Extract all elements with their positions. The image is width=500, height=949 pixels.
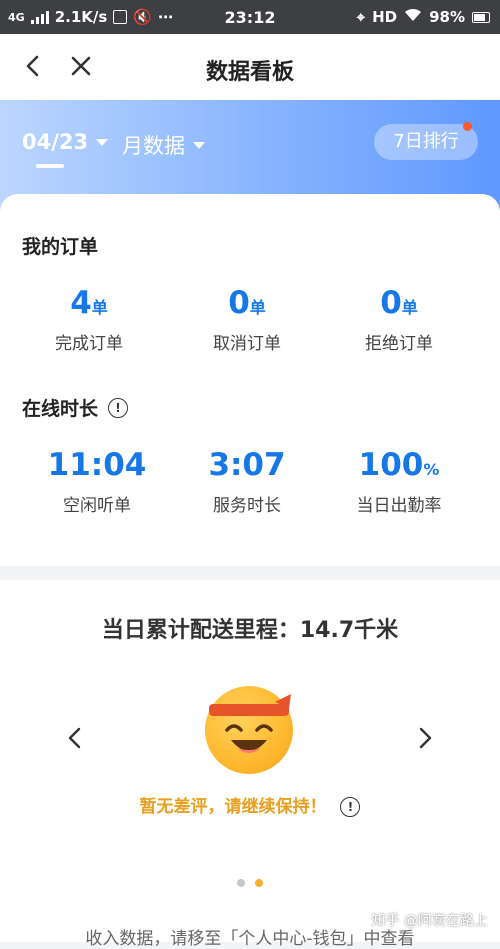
- carousel-indicator: [237, 879, 263, 887]
- review-message: 暂无差评，请继续保持！ !: [0, 792, 500, 817]
- location-icon: ⌖: [356, 8, 366, 26]
- status-bar: 4G 2.1K/s 🔇 ⋯ 23:12 ⌖ HD 98%: [0, 0, 500, 34]
- page-dot-inactive: [237, 879, 245, 887]
- caret-down-icon: [96, 138, 109, 146]
- page-dot-active: [255, 879, 263, 887]
- caret-down-icon: [193, 141, 205, 149]
- close-icon: [71, 56, 91, 76]
- stats-card: 我的订单 4单 完成订单 0单 取消订单 0单 拒绝订单 在线时长 ! 11:0…: [0, 194, 500, 566]
- chevron-left-icon: [68, 727, 81, 749]
- ranking-button[interactable]: 7日排行: [374, 122, 478, 160]
- chevron-left-icon: [26, 55, 39, 77]
- stat-value: 0: [380, 285, 402, 321]
- hd-indicator: HD: [372, 8, 398, 26]
- stat-rejected-orders: 0单 拒绝订单: [324, 286, 474, 354]
- info-icon[interactable]: !: [108, 397, 129, 418]
- stat-unit: %: [423, 460, 440, 479]
- close-button[interactable]: [66, 51, 96, 81]
- stat-idle-time: 11:04 空闲听单: [22, 448, 172, 516]
- stat-cancelled-orders: 0单 取消订单: [172, 286, 322, 354]
- stat-label: 当日出勤率: [356, 496, 442, 516]
- stat-value: 100: [358, 447, 424, 483]
- mileage-card: 当日累计配送里程：14.7千米 暂无差评，请继续保持！ ! 知乎 @阿炭在路上 …: [0, 580, 500, 949]
- stat-value: 11:04: [47, 447, 147, 483]
- battery-icon: [472, 11, 490, 23]
- online-section-title: 在线时长 !: [22, 394, 129, 421]
- stat-unit: 单: [401, 298, 418, 317]
- stat-service-time: 3:07 服务时长: [172, 448, 322, 516]
- stat-completed-orders: 4单 完成订单: [14, 286, 164, 354]
- stat-unit: 单: [91, 298, 108, 317]
- happy-face-icon: [205, 686, 293, 774]
- chevron-right-icon: [419, 727, 432, 749]
- stat-attendance-rate: 100% 当日出勤率: [324, 448, 474, 516]
- active-tab-indicator: [36, 164, 64, 168]
- stat-label: 空闲听单: [63, 496, 131, 516]
- stat-label: 服务时长: [213, 496, 281, 516]
- stat-unit: 单: [249, 298, 266, 317]
- notification-dot: [463, 122, 472, 131]
- stat-value: 0: [228, 285, 250, 321]
- period-selector[interactable]: 月数据: [122, 130, 205, 160]
- stat-label: 拒绝订单: [365, 334, 433, 354]
- stat-label: 完成订单: [55, 334, 123, 354]
- stat-value: 4: [70, 285, 92, 321]
- stat-value: 3:07: [208, 447, 286, 483]
- info-icon[interactable]: !: [340, 797, 361, 817]
- date-selector[interactable]: 04/23: [22, 130, 109, 154]
- date-label: 04/23: [22, 130, 89, 154]
- back-button[interactable]: [18, 51, 48, 81]
- period-label: 月数据: [122, 134, 185, 158]
- nav-bar: 数据看板: [0, 34, 500, 100]
- carousel-prev-button[interactable]: [60, 718, 90, 758]
- stat-label: 取消订单: [213, 334, 281, 354]
- mileage-headline: 当日累计配送里程：14.7千米: [101, 618, 399, 643]
- battery-percent: 98%: [429, 8, 465, 26]
- ranking-label: 7日排行: [393, 131, 459, 152]
- carousel-next-button[interactable]: [410, 718, 440, 758]
- orders-section-title: 我的订单: [22, 236, 99, 258]
- footer-note: 收入数据，请移至「个人中心-钱包」中查看: [85, 929, 415, 949]
- wifi-icon: [404, 8, 422, 26]
